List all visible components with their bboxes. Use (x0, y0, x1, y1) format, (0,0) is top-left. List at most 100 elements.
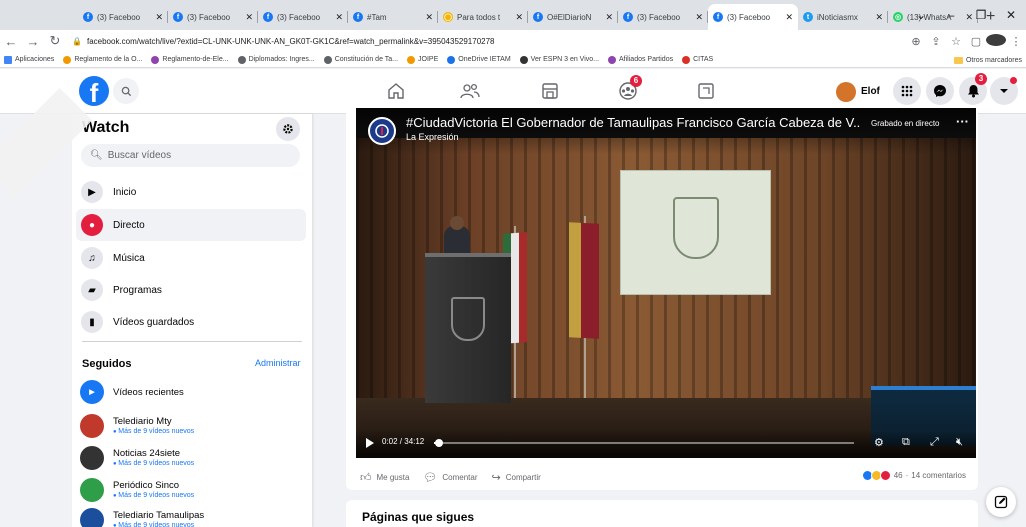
profile-avatar[interactable] (986, 33, 1006, 49)
notifications-button[interactable]: 3 (959, 73, 987, 105)
tab-close-icon[interactable]: ✕ (245, 12, 253, 23)
marketplace-icon (542, 83, 558, 99)
settings-gear-icon[interactable]: ⚙ (874, 436, 884, 449)
friends-tab[interactable] (456, 78, 484, 104)
sidebar-item-v-deos-guardados[interactable]: ▮ Vídeos guardados (76, 306, 306, 338)
page-avatar (80, 414, 104, 438)
browser-tab[interactable]: f (3) Faceboo ✕ (708, 4, 798, 30)
pip-icon[interactable]: ⧉ (902, 436, 910, 449)
bookmark-item[interactable]: CITAS (682, 55, 713, 64)
sidebar-divider (82, 341, 302, 342)
tab-close-icon[interactable]: ✕ (875, 12, 883, 23)
groups-badge: 6 (630, 75, 642, 87)
reactions-summary[interactable]: 46 · 14 comentarios (861, 470, 966, 481)
browser-tab[interactable]: f #Tam ✕ (348, 4, 438, 30)
bookmark-item[interactable]: JOIPE (407, 55, 438, 64)
channel-name[interactable]: La Expresión (406, 132, 459, 142)
sidebar-item-label: Inicio (113, 186, 137, 198)
followed-pages-title: Páginas que sigues (362, 510, 475, 524)
account-dot (1010, 77, 1017, 84)
new-videos-label: Más de 9 vídeos nuevos (113, 427, 194, 437)
fullscreen-icon[interactable]: ⤢ (930, 436, 939, 449)
sidebar-item-directo[interactable]: ● Directo (76, 209, 306, 241)
following-item[interactable]: Telediario TamaulipasMás de 9 vídeos nue… (80, 504, 305, 527)
reaction-count: 46 (893, 471, 903, 480)
following-item[interactable]: Telediario MtyMás de 9 vídeos nuevos (80, 410, 305, 442)
more-options-icon[interactable]: ··· (956, 114, 969, 129)
other-bookmarks[interactable]: Otros marcadores (953, 52, 1026, 67)
new-message-button[interactable] (986, 487, 1016, 517)
search-button[interactable] (113, 78, 139, 104)
player-controls: 0:02 / 34:12 ⚙ ⧉ ⤢ 🔇︎ (356, 430, 976, 458)
browser-tab[interactable]: f (3) Faceboo ✕ (258, 4, 348, 30)
tab-close-icon[interactable]: ✕ (335, 12, 343, 23)
comment-count[interactable]: 14 comentarios (911, 471, 966, 480)
tab-search-icon[interactable]: ⌄ (906, 8, 936, 22)
marketplace-tab[interactable] (536, 78, 564, 104)
bookmark-item[interactable]: Reglamento-de-Ele... (151, 55, 229, 64)
bookmark-item[interactable]: Reglamento de la O... (63, 55, 142, 64)
browser-tab[interactable]: f (3) Faceboo ✕ (168, 4, 258, 30)
back-button[interactable]: ← (0, 34, 22, 49)
video-title[interactable]: #CiudadVictoria El Gobernador de Tamauli… (406, 115, 861, 130)
minimize-button[interactable]: – (936, 8, 966, 22)
bookmark-item[interactable]: Afiliados Partidos (608, 55, 673, 64)
recent-videos-item[interactable]: ▶ Vídeos recientes (80, 376, 305, 408)
maximize-button[interactable]: ❐ (966, 8, 996, 22)
progress-knob[interactable] (435, 439, 444, 447)
bookmark-label: OneDrive IETAM (458, 56, 511, 63)
share-icon[interactable]: ⇪ (926, 35, 946, 48)
tab-close-icon[interactable]: ✕ (155, 12, 163, 23)
browser-tab[interactable]: ◯ Para todos t ✕ (438, 4, 528, 30)
browser-menu-icon[interactable]: ⋮ (1006, 35, 1026, 48)
home-tab[interactable] (382, 78, 410, 104)
bookmark-item[interactable]: Ver ESPN 3 en Vivo... (519, 55, 600, 64)
reload-button[interactable]: ↻ (44, 33, 66, 49)
tab-close-icon[interactable]: ✕ (695, 12, 703, 23)
browser-tab[interactable]: f (3) Faceboo ✕ (78, 4, 168, 30)
sidebar-item-programas[interactable]: ▰ Programas (76, 274, 306, 306)
bookmark-item[interactable]: Aplicaciones (4, 55, 54, 64)
progress-bar[interactable] (434, 439, 854, 447)
following-item[interactable]: Periódico SincoMás de 9 vídeos nuevos (80, 474, 305, 506)
video-search-input[interactable]: 🔍︎ Buscar vídeos (81, 144, 300, 167)
browser-tab[interactable]: f (3) Faceboo ✕ (618, 4, 708, 30)
messenger-button[interactable] (926, 77, 954, 105)
channel-avatar[interactable] (368, 117, 396, 145)
bookmark-label: Ver ESPN 3 en Vivo... (530, 56, 600, 63)
bookmark-star-icon[interactable]: ☆ (946, 35, 966, 48)
forward-button[interactable]: → (22, 34, 44, 49)
tab-close-icon[interactable]: ✕ (785, 12, 793, 23)
close-window-button[interactable]: ✕ (996, 8, 1026, 22)
profile-chip[interactable]: Elof (836, 79, 880, 104)
share-button[interactable]: ↪ Compartir (492, 471, 541, 484)
tab-close-icon[interactable]: ✕ (605, 12, 613, 23)
reading-list-icon[interactable]: ▢ (966, 35, 986, 48)
gaming-tab[interactable] (692, 78, 720, 104)
menu-button[interactable] (893, 77, 921, 105)
bookmark-item[interactable]: Constitución de Ta... (323, 55, 398, 64)
tab-close-icon[interactable]: ✕ (515, 12, 523, 23)
zoom-icon[interactable]: ⊕ (906, 35, 926, 48)
address-bar[interactable]: 🔒 facebook.com/watch/live/?extid=CL-UNK-… (66, 32, 906, 50)
sidebar-item-inicio[interactable]: ▶ Inicio (76, 176, 306, 208)
groups-tab[interactable]: 6 (614, 75, 642, 104)
bookmark-favicon-icon (447, 55, 456, 64)
play-icon[interactable] (366, 438, 374, 448)
facebook-logo[interactable]: f (79, 76, 109, 106)
like-button[interactable]: 👍︎ Me gusta (360, 471, 409, 484)
bookmark-label: Diplomados: Ingres... (248, 56, 315, 63)
sidebar-item-m-sica[interactable]: ♫ Música (76, 242, 306, 274)
following-item[interactable]: Noticias 24sieteMás de 9 vídeos nuevos (80, 442, 305, 474)
video-player[interactable]: #CiudadVictoria El Gobernador de Tamauli… (356, 108, 976, 458)
watch-settings-button[interactable] (276, 117, 300, 141)
browser-tab[interactable]: f O#ElDiarioN ✕ (528, 4, 618, 30)
mute-icon[interactable]: 🔇︎ (956, 436, 963, 449)
comment-button[interactable]: 💬︎ Comentar (423, 471, 477, 484)
bookmark-item[interactable]: Diplomados: Ingres... (237, 55, 315, 64)
browser-tab[interactable]: t iNoticiasmx ✕ (798, 4, 888, 30)
manage-link[interactable]: Administrar (255, 358, 301, 368)
tab-close-icon[interactable]: ✕ (425, 12, 433, 23)
account-button[interactable] (990, 77, 1018, 105)
bookmark-item[interactable]: OneDrive IETAM (447, 55, 511, 64)
